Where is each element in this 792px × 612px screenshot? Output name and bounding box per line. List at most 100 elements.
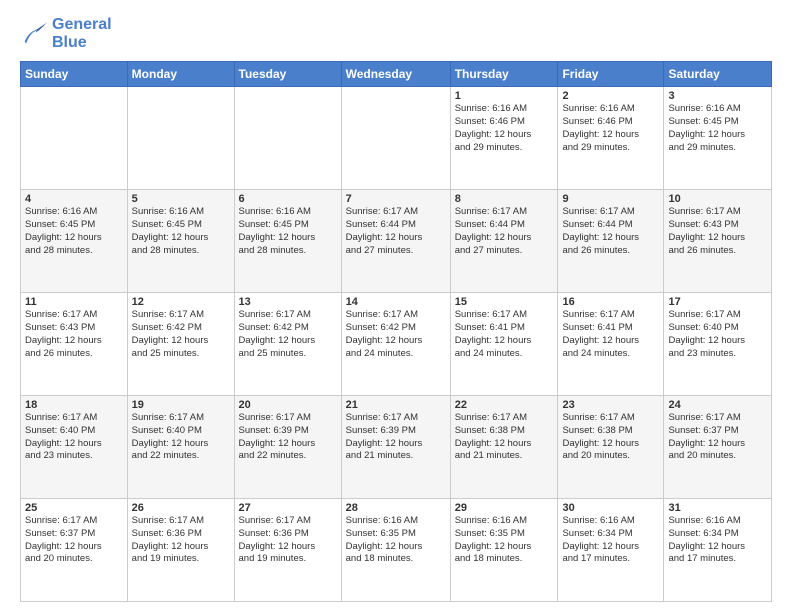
day-number: 31	[668, 502, 767, 514]
weekday-header-wednesday: Wednesday	[341, 62, 450, 87]
weekday-header-saturday: Saturday	[664, 62, 772, 87]
calendar-cell: 28Sunrise: 6:16 AM Sunset: 6:35 PM Dayli…	[341, 499, 450, 602]
weekday-header-thursday: Thursday	[450, 62, 558, 87]
calendar-cell: 18Sunrise: 6:17 AM Sunset: 6:40 PM Dayli…	[21, 396, 128, 499]
calendar-cell: 24Sunrise: 6:17 AM Sunset: 6:37 PM Dayli…	[664, 396, 772, 499]
day-info: Sunrise: 6:17 AM Sunset: 6:36 PM Dayligh…	[239, 515, 337, 566]
page: General Blue SundayMondayTuesdayWednesda…	[0, 0, 792, 612]
day-number: 15	[455, 296, 554, 308]
week-row-0: 1Sunrise: 6:16 AM Sunset: 6:46 PM Daylig…	[21, 87, 772, 190]
week-row-1: 4Sunrise: 6:16 AM Sunset: 6:45 PM Daylig…	[21, 190, 772, 293]
day-number: 24	[668, 399, 767, 411]
day-number: 26	[132, 502, 230, 514]
day-info: Sunrise: 6:16 AM Sunset: 6:45 PM Dayligh…	[668, 103, 767, 154]
day-number: 13	[239, 296, 337, 308]
logo-text: General Blue	[52, 16, 112, 51]
day-number: 29	[455, 502, 554, 514]
calendar-cell: 30Sunrise: 6:16 AM Sunset: 6:34 PM Dayli…	[558, 499, 664, 602]
day-info: Sunrise: 6:17 AM Sunset: 6:42 PM Dayligh…	[132, 309, 230, 360]
day-number: 8	[455, 193, 554, 205]
day-number: 21	[346, 399, 446, 411]
day-info: Sunrise: 6:17 AM Sunset: 6:44 PM Dayligh…	[455, 206, 554, 257]
calendar-cell: 22Sunrise: 6:17 AM Sunset: 6:38 PM Dayli…	[450, 396, 558, 499]
day-number: 17	[668, 296, 767, 308]
calendar-cell: 12Sunrise: 6:17 AM Sunset: 6:42 PM Dayli…	[127, 293, 234, 396]
day-info: Sunrise: 6:17 AM Sunset: 6:39 PM Dayligh…	[346, 412, 446, 463]
calendar-cell: 19Sunrise: 6:17 AM Sunset: 6:40 PM Dayli…	[127, 396, 234, 499]
calendar-cell	[234, 87, 341, 190]
day-info: Sunrise: 6:17 AM Sunset: 6:44 PM Dayligh…	[346, 206, 446, 257]
calendar-cell: 20Sunrise: 6:17 AM Sunset: 6:39 PM Dayli…	[234, 396, 341, 499]
day-number: 19	[132, 399, 230, 411]
day-number: 12	[132, 296, 230, 308]
calendar-cell: 8Sunrise: 6:17 AM Sunset: 6:44 PM Daylig…	[450, 190, 558, 293]
day-number: 25	[25, 502, 123, 514]
calendar-cell: 27Sunrise: 6:17 AM Sunset: 6:36 PM Dayli…	[234, 499, 341, 602]
day-number: 27	[239, 502, 337, 514]
day-info: Sunrise: 6:16 AM Sunset: 6:46 PM Dayligh…	[455, 103, 554, 154]
day-info: Sunrise: 6:17 AM Sunset: 6:38 PM Dayligh…	[455, 412, 554, 463]
calendar-cell: 6Sunrise: 6:16 AM Sunset: 6:45 PM Daylig…	[234, 190, 341, 293]
day-number: 16	[562, 296, 659, 308]
day-info: Sunrise: 6:17 AM Sunset: 6:37 PM Dayligh…	[25, 515, 123, 566]
day-number: 18	[25, 399, 123, 411]
day-number: 10	[668, 193, 767, 205]
calendar-cell: 15Sunrise: 6:17 AM Sunset: 6:41 PM Dayli…	[450, 293, 558, 396]
calendar-cell	[21, 87, 128, 190]
header: General Blue	[20, 16, 772, 51]
day-number: 1	[455, 90, 554, 102]
day-number: 20	[239, 399, 337, 411]
calendar-cell: 10Sunrise: 6:17 AM Sunset: 6:43 PM Dayli…	[664, 190, 772, 293]
calendar-cell: 9Sunrise: 6:17 AM Sunset: 6:44 PM Daylig…	[558, 190, 664, 293]
day-number: 7	[346, 193, 446, 205]
day-number: 30	[562, 502, 659, 514]
calendar-cell: 14Sunrise: 6:17 AM Sunset: 6:42 PM Dayli…	[341, 293, 450, 396]
week-row-3: 18Sunrise: 6:17 AM Sunset: 6:40 PM Dayli…	[21, 396, 772, 499]
calendar-cell: 31Sunrise: 6:16 AM Sunset: 6:34 PM Dayli…	[664, 499, 772, 602]
calendar-cell: 16Sunrise: 6:17 AM Sunset: 6:41 PM Dayli…	[558, 293, 664, 396]
weekday-header-sunday: Sunday	[21, 62, 128, 87]
day-info: Sunrise: 6:16 AM Sunset: 6:35 PM Dayligh…	[455, 515, 554, 566]
day-info: Sunrise: 6:17 AM Sunset: 6:40 PM Dayligh…	[668, 309, 767, 360]
day-number: 11	[25, 296, 123, 308]
day-info: Sunrise: 6:17 AM Sunset: 6:38 PM Dayligh…	[562, 412, 659, 463]
calendar-cell: 25Sunrise: 6:17 AM Sunset: 6:37 PM Dayli…	[21, 499, 128, 602]
calendar-cell: 4Sunrise: 6:16 AM Sunset: 6:45 PM Daylig…	[21, 190, 128, 293]
day-info: Sunrise: 6:17 AM Sunset: 6:42 PM Dayligh…	[239, 309, 337, 360]
calendar-cell: 26Sunrise: 6:17 AM Sunset: 6:36 PM Dayli…	[127, 499, 234, 602]
logo: General Blue	[20, 16, 112, 51]
weekday-header-tuesday: Tuesday	[234, 62, 341, 87]
calendar-cell: 29Sunrise: 6:16 AM Sunset: 6:35 PM Dayli…	[450, 499, 558, 602]
day-number: 3	[668, 90, 767, 102]
day-number: 6	[239, 193, 337, 205]
weekday-header-friday: Friday	[558, 62, 664, 87]
day-number: 5	[132, 193, 230, 205]
day-number: 23	[562, 399, 659, 411]
day-info: Sunrise: 6:17 AM Sunset: 6:40 PM Dayligh…	[25, 412, 123, 463]
day-number: 4	[25, 193, 123, 205]
day-info: Sunrise: 6:17 AM Sunset: 6:37 PM Dayligh…	[668, 412, 767, 463]
calendar-table: SundayMondayTuesdayWednesdayThursdayFrid…	[20, 61, 772, 602]
day-info: Sunrise: 6:17 AM Sunset: 6:41 PM Dayligh…	[455, 309, 554, 360]
calendar-cell: 23Sunrise: 6:17 AM Sunset: 6:38 PM Dayli…	[558, 396, 664, 499]
calendar-cell: 11Sunrise: 6:17 AM Sunset: 6:43 PM Dayli…	[21, 293, 128, 396]
week-row-2: 11Sunrise: 6:17 AM Sunset: 6:43 PM Dayli…	[21, 293, 772, 396]
day-number: 9	[562, 193, 659, 205]
calendar-cell: 2Sunrise: 6:16 AM Sunset: 6:46 PM Daylig…	[558, 87, 664, 190]
day-info: Sunrise: 6:16 AM Sunset: 6:35 PM Dayligh…	[346, 515, 446, 566]
weekday-header-monday: Monday	[127, 62, 234, 87]
day-info: Sunrise: 6:16 AM Sunset: 6:34 PM Dayligh…	[562, 515, 659, 566]
day-info: Sunrise: 6:17 AM Sunset: 6:43 PM Dayligh…	[25, 309, 123, 360]
calendar-cell: 1Sunrise: 6:16 AM Sunset: 6:46 PM Daylig…	[450, 87, 558, 190]
calendar-cell: 3Sunrise: 6:16 AM Sunset: 6:45 PM Daylig…	[664, 87, 772, 190]
day-info: Sunrise: 6:16 AM Sunset: 6:46 PM Dayligh…	[562, 103, 659, 154]
day-info: Sunrise: 6:16 AM Sunset: 6:45 PM Dayligh…	[25, 206, 123, 257]
day-info: Sunrise: 6:16 AM Sunset: 6:34 PM Dayligh…	[668, 515, 767, 566]
day-info: Sunrise: 6:17 AM Sunset: 6:39 PM Dayligh…	[239, 412, 337, 463]
calendar-cell: 17Sunrise: 6:17 AM Sunset: 6:40 PM Dayli…	[664, 293, 772, 396]
calendar-cell: 13Sunrise: 6:17 AM Sunset: 6:42 PM Dayli…	[234, 293, 341, 396]
calendar-cell	[341, 87, 450, 190]
day-number: 14	[346, 296, 446, 308]
logo-icon	[20, 20, 48, 48]
calendar-cell: 21Sunrise: 6:17 AM Sunset: 6:39 PM Dayli…	[341, 396, 450, 499]
